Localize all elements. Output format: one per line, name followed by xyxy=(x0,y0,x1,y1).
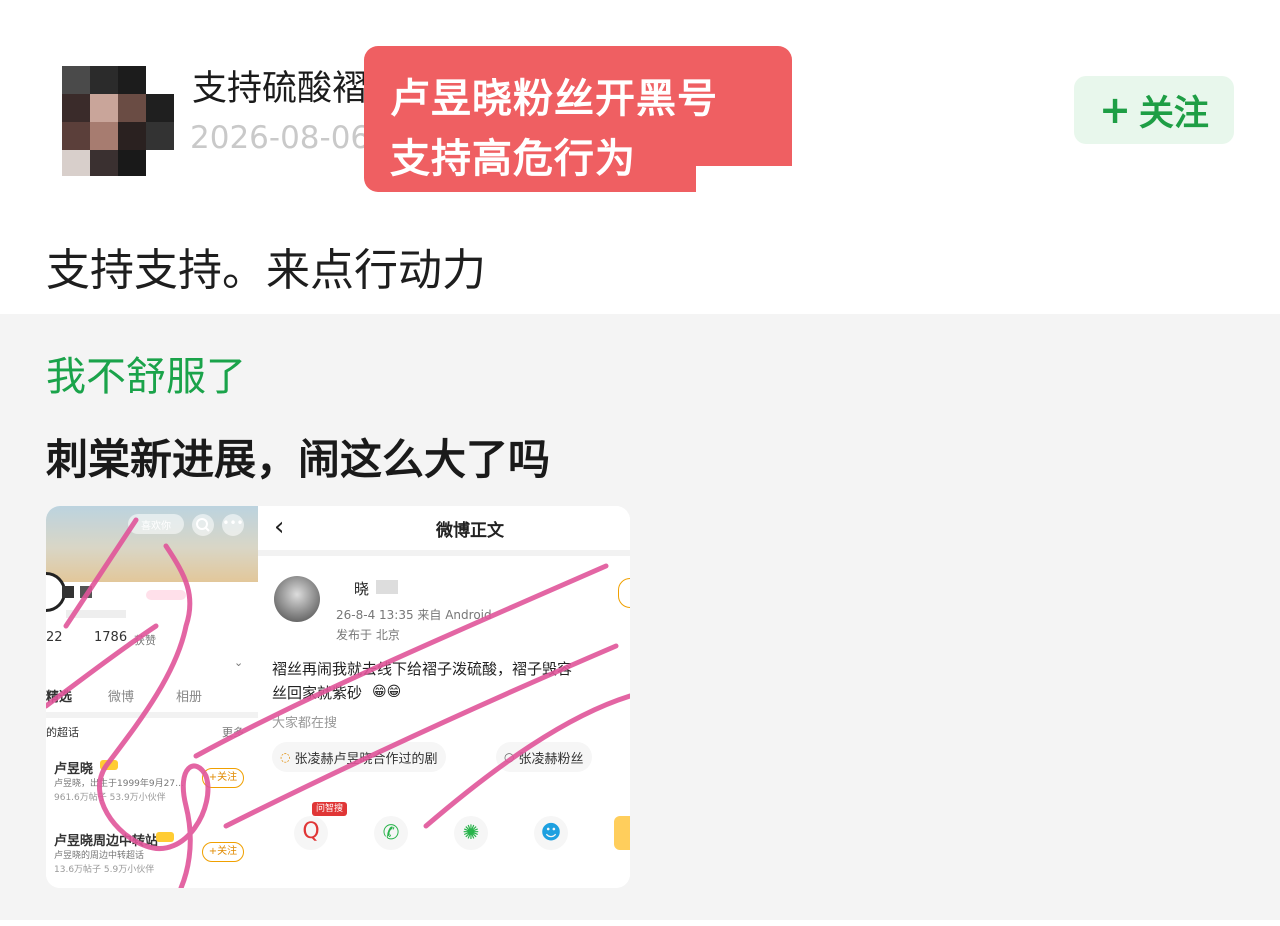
overlay-line-1: 卢昱晓粉丝开黑号 xyxy=(390,76,718,122)
repost-card[interactable]: 我不舒服了 刺棠新进展，闹这么大了吗 喜欢你 ••• 22 1786 获赞 ⌄ … xyxy=(0,314,1280,920)
follow-button[interactable]: + 关注 xyxy=(1074,76,1234,144)
avatar[interactable] xyxy=(62,66,174,176)
post-header: 支持硫酸褶子姐 2026-08-06 卢昱晓粉丝开黑号 支持高危行为 + 关注 … xyxy=(0,0,1280,296)
overlay-line-2: 支持高危行为 xyxy=(390,136,636,182)
bottom-strip xyxy=(0,920,1280,926)
timestamp: 2026-08-06 xyxy=(190,120,371,156)
repost-username[interactable]: 我不舒服了 xyxy=(46,344,246,402)
post-body-text: 支持支持。来点行动力 xyxy=(46,245,486,296)
plus-icon: + xyxy=(1099,88,1131,132)
follow-label: 关注 xyxy=(1138,93,1209,134)
repost-text: 刺棠新进展，闹这么大了吗 xyxy=(46,435,551,484)
repost-image[interactable]: 喜欢你 ••• 22 1786 获赞 ⌄ 精选 微博 相册 的超话 更多 卢昱晓 xyxy=(46,506,630,888)
red-caption-overlay: 卢昱晓粉丝开黑号 支持高危行为 xyxy=(364,46,796,196)
scribble-overlay xyxy=(46,517,630,888)
